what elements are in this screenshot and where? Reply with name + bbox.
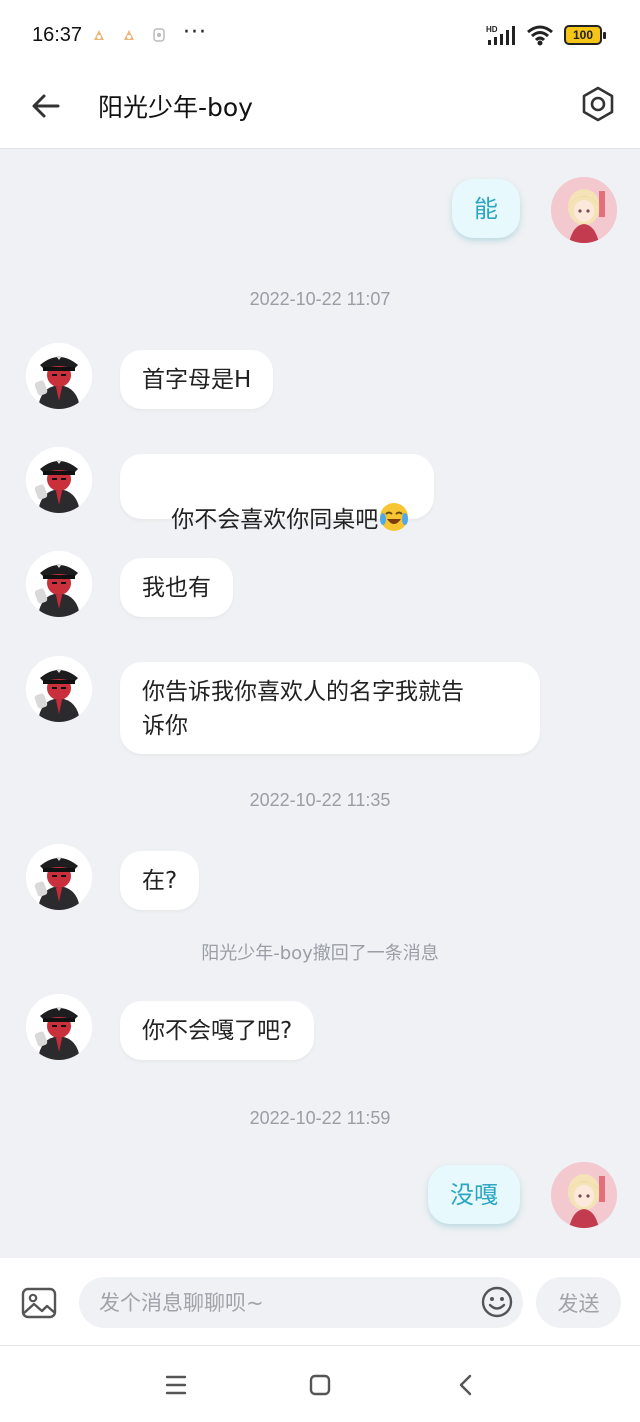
notification-app-icon <box>94 30 104 40</box>
system-navigation-bar <box>0 1346 640 1422</box>
cellular-signal-icon: HD <box>486 25 515 45</box>
officer-character-avatar-icon <box>26 343 92 409</box>
message-timestamp: 2022-10-22 11:59 <box>249 1108 391 1128</box>
officer-character-avatar-icon <box>26 447 92 513</box>
chat-header: 阳光少年-boy <box>0 72 640 149</box>
message-input[interactable] <box>79 1277 523 1328</box>
chat-title: 阳光少年-boy <box>98 93 253 122</box>
wifi-icon <box>527 25 553 46</box>
crying-laughing-emoji-icon <box>380 503 409 531</box>
back-arrow-icon[interactable] <box>28 88 64 124</box>
message-text: 你不会喜欢你同桌吧 <box>171 507 379 533</box>
network-type-label: HD <box>486 25 498 34</box>
my-avatar[interactable] <box>551 1162 617 1228</box>
officer-character-avatar-icon <box>26 551 92 617</box>
message-input-bar: 发送 <box>0 1258 640 1346</box>
anime-girl-avatar-icon <box>551 177 617 243</box>
contact-avatar[interactable] <box>26 447 92 513</box>
message-bubble-received[interactable]: 在? <box>120 851 200 910</box>
my-avatar[interactable] <box>551 177 617 243</box>
message-bubble-received[interactable]: 你不会嘎了吧? <box>120 1001 315 1060</box>
message-bubble-received[interactable]: 你告诉我你喜欢人的名字我就告 诉你 <box>120 662 540 754</box>
message-bubble-received[interactable]: 我也有 <box>120 558 233 617</box>
settings-gear-icon[interactable] <box>578 84 618 124</box>
contact-avatar[interactable] <box>26 343 92 409</box>
officer-character-avatar-icon <box>26 994 92 1060</box>
anime-girl-avatar-icon <box>551 1162 617 1228</box>
more-notifications-icon: ··· <box>183 20 207 45</box>
recall-notice: 阳光少年-boy撤回了一条消息 <box>201 943 439 964</box>
officer-character-avatar-icon <box>26 844 92 910</box>
officer-character-avatar-icon <box>26 656 92 722</box>
status-time: 16:37 <box>32 24 83 46</box>
contact-avatar[interactable] <box>26 844 92 910</box>
chat-message-list[interactable]: 能 2022-10-22 11:07 首字母是H 你不会喜欢你同桌吧 我也有 你… <box>0 149 640 1257</box>
image-picker-icon[interactable] <box>20 1284 58 1322</box>
menu-icon[interactable] <box>159 1368 193 1402</box>
message-bubble-sent[interactable]: 能 <box>452 179 520 238</box>
home-square-icon[interactable] <box>303 1368 337 1402</box>
message-bubble-received[interactable]: 你不会喜欢你同桌吧 <box>120 454 435 533</box>
contact-avatar[interactable] <box>26 656 92 722</box>
notification-app-icon <box>153 28 165 42</box>
contact-avatar[interactable] <box>26 994 92 1060</box>
message-bubble-received[interactable]: 首字母是H <box>120 350 274 409</box>
send-button[interactable]: 发送 <box>536 1277 621 1328</box>
contact-avatar[interactable] <box>26 551 92 617</box>
battery-icon: 100 <box>564 25 606 45</box>
back-chevron-icon[interactable] <box>449 1368 483 1402</box>
message-bubble-sent[interactable]: 没嘎 <box>428 1165 520 1224</box>
notification-app-icon <box>124 30 134 40</box>
message-timestamp: 2022-10-22 11:35 <box>249 790 391 810</box>
status-bar: 16:37 ··· HD 100 <box>0 0 640 72</box>
status-indicators: HD 100 <box>486 24 606 46</box>
emoji-picker-icon[interactable] <box>480 1285 514 1319</box>
message-timestamp: 2022-10-22 11:07 <box>249 289 391 309</box>
